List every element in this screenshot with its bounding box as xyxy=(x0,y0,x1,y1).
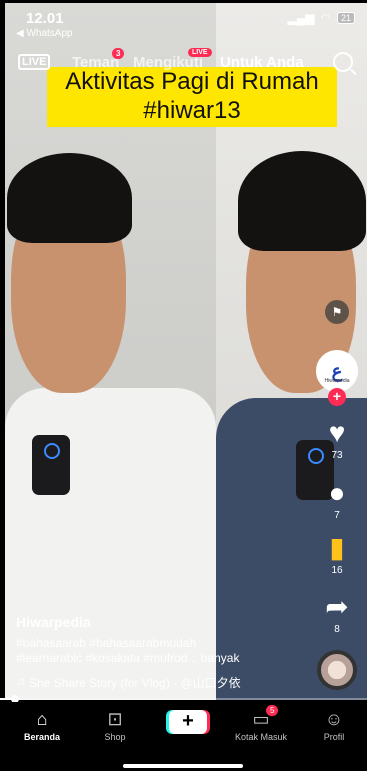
avatar-caption: Hiwarpedia xyxy=(324,378,350,384)
caption-hashtag: #hiwar13 xyxy=(143,97,241,124)
profile-icon: ☺ xyxy=(324,709,344,729)
inbox-icon: ▭ xyxy=(252,709,270,729)
live-icon[interactable]: LIVE xyxy=(18,54,51,70)
hair-right xyxy=(238,151,366,251)
nav-label: Kotak Masuk xyxy=(234,732,288,742)
heart-icon: ♥ xyxy=(328,417,346,448)
follow-plus-icon[interactable]: + xyxy=(328,388,346,406)
status-bar: 12.01 ◀ WhatsApp ▂▄▆ ◠ 21 xyxy=(0,0,367,44)
back-to-app-link[interactable]: ◀ WhatsApp xyxy=(16,28,73,39)
music-disc-icon xyxy=(317,650,357,690)
video-progress-bar[interactable] xyxy=(0,695,367,703)
battery-icon: 21 xyxy=(336,12,355,24)
avatar: ع xyxy=(316,350,358,392)
comment-icon: ● xyxy=(328,477,346,508)
nav-kotak-masuk[interactable]: ▭ Kotak Masuk 5 xyxy=(231,705,291,742)
shop-bag-icon: ⊡ xyxy=(107,709,123,729)
tab-label: Untuk Anda xyxy=(220,54,304,71)
report-button[interactable]: ⚑ xyxy=(315,300,359,324)
nav-beranda[interactable]: ⌂ Beranda xyxy=(12,708,72,742)
wifi-icon: ◠ xyxy=(320,11,331,25)
nav-label: Profil xyxy=(323,732,345,742)
nav-shop[interactable]: ⊡ Shop xyxy=(85,708,145,742)
hashtags-line-2[interactable]: #learnarabic #kosakata #mufrod... banyak xyxy=(16,651,316,666)
flag-icon: ⚑ xyxy=(325,300,349,324)
save-button[interactable]: ▮ 16 xyxy=(315,532,359,577)
sound-link[interactable]: ♫ She Share Story (for Vlog) - @山口夕依 xyxy=(16,674,316,691)
comment-button[interactable]: ● 7 xyxy=(315,477,359,522)
create-button[interactable]: + xyxy=(169,710,207,734)
like-button[interactable]: ♥ 73 xyxy=(315,417,359,462)
signal-icon: ▂▄▆ xyxy=(287,11,315,25)
hair-left xyxy=(7,153,132,243)
feed-top-nav: LIVE Teman 3 Mengikuti LIVE Untuk Anda xyxy=(0,48,367,78)
system-icons: ▂▄▆ ◠ 21 xyxy=(288,11,355,25)
home-indicator xyxy=(123,764,243,768)
nav-profil[interactable]: ☺ Profil xyxy=(304,708,364,742)
save-count: 16 xyxy=(331,565,343,576)
share-icon: ➦ xyxy=(325,591,349,622)
hashtags-line-1[interactable]: #bahasaarab #bahasaarabmudah xyxy=(16,636,316,651)
search-icon[interactable] xyxy=(333,52,353,72)
lapel-mic-left xyxy=(32,435,70,495)
creator-name[interactable]: Hiwarpedia xyxy=(16,614,316,630)
nav-label: Beranda xyxy=(23,732,60,742)
home-icon: ⌂ xyxy=(36,709,48,729)
share-button[interactable]: ➦ 8 xyxy=(315,591,359,636)
post-info: Hiwarpedia #bahasaarab #bahasaarabmudah … xyxy=(16,614,316,691)
comment-count: 7 xyxy=(334,510,340,521)
share-count: 8 xyxy=(334,624,340,635)
tab-untuk-anda[interactable]: Untuk Anda xyxy=(220,54,304,71)
live-badge: LIVE xyxy=(188,48,212,57)
music-disc-button[interactable] xyxy=(315,650,359,690)
creator-avatar-button[interactable]: ع Hiwarpedia + xyxy=(315,350,359,406)
bookmark-icon: ▮ xyxy=(329,532,345,563)
bottom-nav: ⌂ Beranda ⊡ Shop + ▭ Kotak Masuk 5 ☺ Pro… xyxy=(0,702,367,771)
sound-title: She Share Story (for Vlog) - @山口夕依 xyxy=(29,676,241,690)
nav-label: Shop xyxy=(104,732,126,742)
tab-teman-badge: 3 xyxy=(112,48,125,59)
status-time: 12.01 xyxy=(26,10,64,27)
like-count: 73 xyxy=(331,450,343,461)
music-note-icon: ♫ xyxy=(16,674,25,688)
